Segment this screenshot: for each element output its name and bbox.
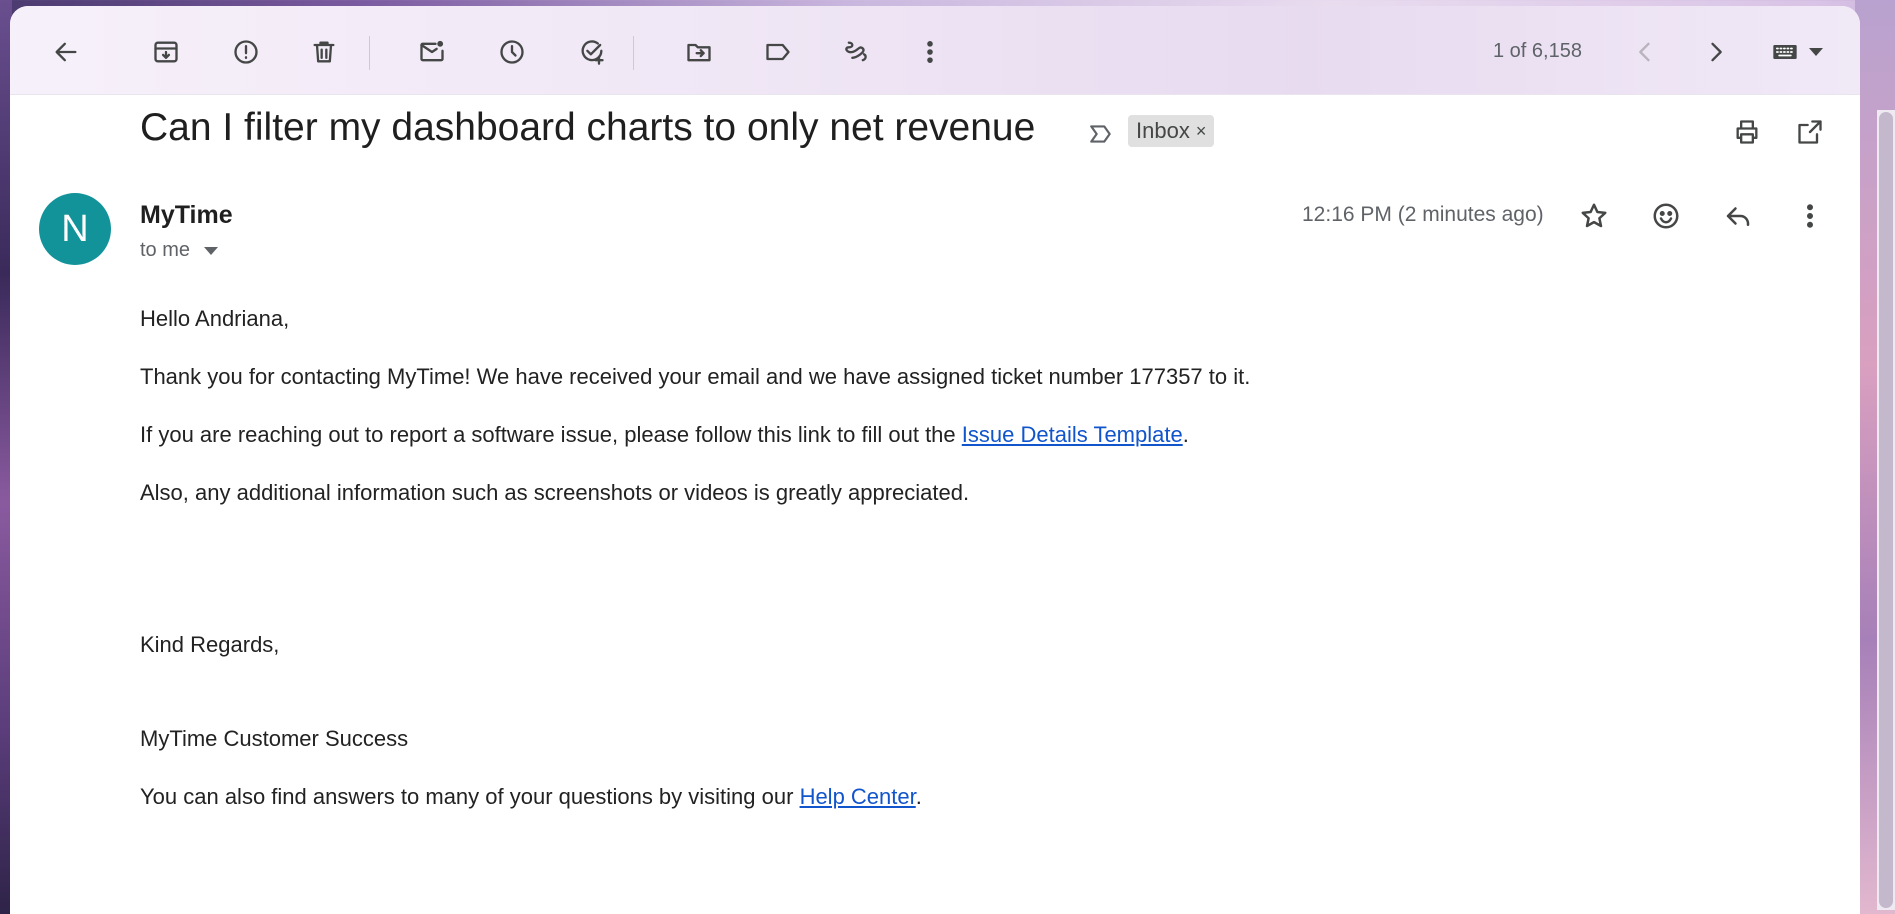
body-paragraph: Thank you for contacting MyTime! We have… xyxy=(140,364,1251,389)
add-task-icon xyxy=(581,40,604,65)
body-paragraph: Also, any additional information such as… xyxy=(140,480,970,505)
delete-button[interactable] xyxy=(300,28,348,76)
body-signature: MyTime Customer Success xyxy=(140,726,409,751)
emoji-icon xyxy=(1653,203,1679,229)
trash-icon xyxy=(313,41,335,63)
open-new-window-icon xyxy=(1798,120,1822,144)
label-icon xyxy=(766,43,790,61)
labels-button[interactable] xyxy=(754,28,802,76)
chevron-left-icon xyxy=(1639,42,1650,62)
newer-button[interactable] xyxy=(1621,28,1669,76)
mark-unread-icon xyxy=(420,40,444,62)
move-to-button[interactable] xyxy=(675,28,723,76)
body-greeting: Hello Andriana, xyxy=(140,306,290,331)
keyboard-icon xyxy=(1773,45,1797,59)
add-task-button[interactable] xyxy=(568,28,616,76)
message-more-button[interactable] xyxy=(1786,192,1834,240)
add-reaction-button[interactable] xyxy=(1642,192,1690,240)
body-closing: Kind Regards, xyxy=(140,632,280,657)
star-button[interactable] xyxy=(1570,192,1618,240)
body-paragraph: You can also find answers to many of you… xyxy=(140,784,922,810)
print-icon xyxy=(1736,120,1758,144)
chevron-down-icon xyxy=(204,246,219,255)
inbox-label-chip: Inbox × xyxy=(1128,115,1215,147)
pager-count: 1 of 6,158 xyxy=(1493,40,1582,62)
star-icon xyxy=(1581,203,1607,228)
body-text: You can also find answers to many of you… xyxy=(140,784,800,809)
toolbar-divider xyxy=(633,36,634,70)
email-view-panel: 1 of 6,158 Can I filter my dashboard cha… xyxy=(10,6,1860,914)
body-paragraph: If you are reaching out to report a soft… xyxy=(140,422,1189,448)
label-chip-text: Inbox xyxy=(1136,118,1190,143)
archive-icon xyxy=(154,41,178,63)
move-to-icon xyxy=(687,43,711,62)
body-text: . xyxy=(1182,422,1189,447)
remove-label-button[interactable]: × xyxy=(1196,121,1207,142)
back-button[interactable] xyxy=(42,28,90,76)
importance-icon xyxy=(1090,125,1111,143)
chevron-down-icon xyxy=(1809,48,1823,56)
recipient-text: to me xyxy=(140,239,191,261)
open-new-window-button[interactable] xyxy=(1788,110,1832,154)
importance-marker[interactable] xyxy=(1088,121,1114,147)
help-center-link[interactable]: Help Center xyxy=(800,784,916,809)
scrollbar-thumb[interactable] xyxy=(1879,112,1893,908)
sender-name[interactable]: MyTime xyxy=(140,201,233,230)
more-vert-icon xyxy=(927,41,933,63)
reply-icon xyxy=(1726,207,1750,226)
sender-avatar[interactable]: N xyxy=(39,193,111,265)
filter-messages-button[interactable] xyxy=(833,28,881,76)
mark-unread-button[interactable] xyxy=(408,28,456,76)
chevron-right-icon xyxy=(1711,42,1722,62)
arrow-left-icon xyxy=(55,42,77,62)
clock-icon xyxy=(500,40,524,64)
body-text: . xyxy=(915,784,922,809)
report-spam-button[interactable] xyxy=(222,28,270,76)
email-timestamp: 12:16 PM (2 minutes ago) xyxy=(1302,203,1544,226)
toolbar-divider xyxy=(369,36,370,70)
older-button[interactable] xyxy=(1692,28,1740,76)
email-subject: Can I filter my dashboard charts to only… xyxy=(140,106,1036,149)
body-text: If you are reaching out to report a soft… xyxy=(140,422,962,447)
report-spam-icon xyxy=(234,40,258,64)
input-tools-button[interactable] xyxy=(1756,28,1836,76)
more-vert-icon xyxy=(1807,204,1814,228)
more-options-button[interactable] xyxy=(906,28,954,76)
issue-details-template-link[interactable]: Issue Details Template xyxy=(962,422,1183,447)
snooze-button[interactable] xyxy=(488,28,536,76)
print-button[interactable] xyxy=(1725,110,1769,154)
reply-button[interactable] xyxy=(1714,192,1762,240)
recipient-details[interactable]: to me xyxy=(140,239,219,262)
filter-messages-icon xyxy=(845,41,867,62)
email-toolbar: 1 of 6,158 xyxy=(10,6,1860,95)
archive-button[interactable] xyxy=(142,28,190,76)
